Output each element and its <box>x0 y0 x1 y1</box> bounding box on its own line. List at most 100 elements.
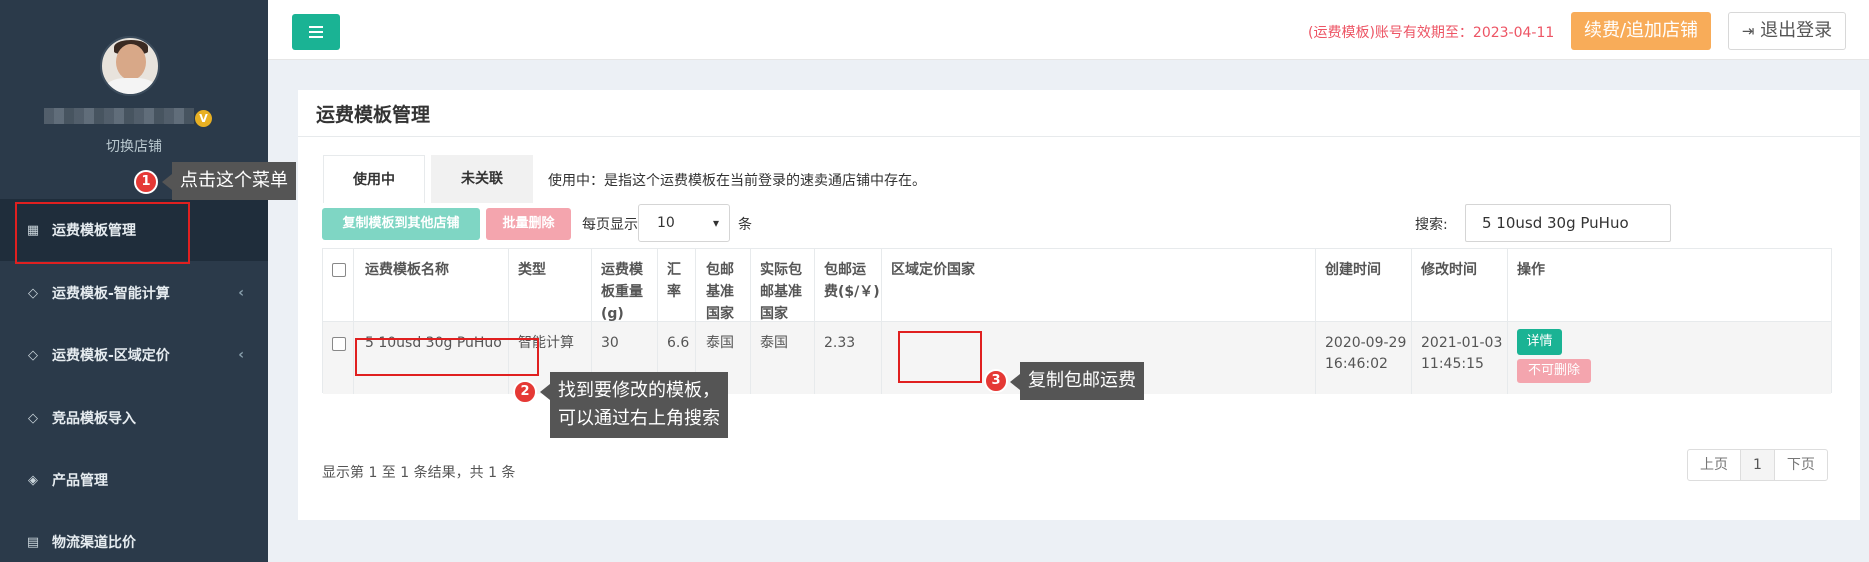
sidebar-item-label: 产品管理 <box>52 473 108 489</box>
header-weight-line: 板重量 <box>601 284 643 300</box>
divider <box>298 136 1860 137</box>
renew-button[interactable]: 续费/追加店铺 <box>1571 12 1711 50</box>
header-rate-line: 汇 <box>667 262 681 278</box>
tab-in-use[interactable]: 使用中 <box>323 155 425 203</box>
sidebar-item-label: 运费模板-区域定价 <box>52 348 170 364</box>
per-page-value: 10 <box>657 215 675 231</box>
callout-step-2: 找到要修改的模板， 可以通过右上角搜索 <box>540 372 728 438</box>
logout-button[interactable]: ⇥ 退出登录 <box>1728 12 1846 50</box>
header-line: 包邮 <box>706 262 734 278</box>
prev-page-button[interactable]: 上页 <box>1688 450 1741 480</box>
sidebar-item-smart-calc[interactable]: ◇ 运费模板-智能计算 ‹ <box>0 262 268 324</box>
calculator-icon: ▤ <box>26 534 40 550</box>
avatar[interactable] <box>100 36 160 96</box>
cell-modified-time: 11:45:15 <box>1421 356 1484 372</box>
sidebar-item-products[interactable]: ◈ 产品管理 <box>0 449 268 511</box>
sidebar-item-logistics-compare[interactable]: ▤ 物流渠道比价 <box>0 511 268 562</box>
cell-created: 2020-09-29 16:46:02 <box>1325 333 1406 375</box>
callout-line: 可以通过右上角搜索 <box>558 408 720 429</box>
sidebar-item-label: 运费模板-智能计算 <box>52 286 170 302</box>
logout-label: 退出登录 <box>1760 20 1833 41</box>
chevron-down-icon: ▾ <box>712 216 719 230</box>
highlight-box-fee <box>898 331 982 383</box>
header-line: 费($/￥) <box>824 284 880 300</box>
search-label: 搜索: <box>1415 217 1448 233</box>
header-region-countries[interactable]: 区域定价国家 <box>891 259 975 281</box>
cell-free-shipping-fee: 2.33 <box>824 335 856 351</box>
per-page-label: 每页显示 <box>582 217 638 233</box>
header-name[interactable]: 运费模板名称 <box>365 259 449 281</box>
pagination-info: 显示第 1 至 1 条结果，共 1 条 <box>322 465 516 481</box>
highlight-box-menu <box>15 202 190 264</box>
header-type[interactable]: 类型 <box>518 259 546 281</box>
header-line: 实际包 <box>760 262 802 278</box>
hamburger-icon-line <box>309 31 323 33</box>
header-weight-line: (g) <box>601 306 624 322</box>
cell-weight: 30 <box>601 335 619 351</box>
menu-toggle-button[interactable] <box>292 14 340 50</box>
detail-button[interactable]: 详情 <box>1517 329 1562 355</box>
cell-modified: 2021-01-03 11:45:15 <box>1421 333 1502 375</box>
sidebar-item-label: 竞品模板导入 <box>52 411 136 427</box>
cell-created-date: 2020-09-29 <box>1325 335 1407 351</box>
cell-rate: 6.6 <box>667 335 690 351</box>
per-page-select[interactable]: 10 ▾ <box>638 204 730 242</box>
header-weight-line: 运费模 <box>601 262 643 278</box>
callout-step-3: 复制包邮运费 <box>1010 362 1144 400</box>
per-page-unit: 条 <box>738 217 752 233</box>
header-base-country[interactable]: 包邮 基准 国家 <box>706 259 734 325</box>
diamond-icon: ◇ <box>28 285 38 301</box>
diamond-icon: ◇ <box>28 410 38 426</box>
header-created[interactable]: 创建时间 <box>1325 259 1381 281</box>
sign-out-icon: ⇥ <box>1741 22 1755 40</box>
page-title: 运费模板管理 <box>316 104 431 126</box>
copy-template-button[interactable]: 复制模板到其他店铺 <box>322 208 480 240</box>
cell-actual-base-country: 泰国 <box>760 335 788 351</box>
sidebar: V 切换店铺 ▦ 运费模板管理 ◇ 运费模板-智能计算 ‹ ◇ 运费模板-区域定… <box>0 0 268 562</box>
row-checkbox[interactable] <box>332 337 346 351</box>
step-number-3: 3 <box>984 369 1008 393</box>
account-expiry-text: (运费模板)账号有效期至：2023-04-11 <box>1308 25 1555 41</box>
switch-store-link[interactable]: 切换店铺 <box>0 136 268 156</box>
header-modified[interactable]: 修改时间 <box>1421 259 1477 281</box>
pagination: 上页 1 下页 <box>1687 449 1828 481</box>
callout-step-1: 点击这个菜单 <box>162 162 296 200</box>
sidebar-item-label: 物流渠道比价 <box>52 535 136 551</box>
header-rate[interactable]: 汇 率 <box>667 259 681 303</box>
sidebar-item-competitor-import[interactable]: ◇ 竞品模板导入 <box>0 387 268 449</box>
next-page-button[interactable]: 下页 <box>1775 450 1827 480</box>
top-bar: (运费模板)账号有效期至：2023-04-11 续费/追加店铺 ⇥ 退出登录 <box>268 0 1869 60</box>
cannot-delete-button[interactable]: 不可删除 <box>1517 359 1591 383</box>
header-line: 邮基准 <box>760 284 802 300</box>
page-1-button[interactable]: 1 <box>1741 450 1775 480</box>
hamburger-icon-line <box>309 36 323 38</box>
step-number-2: 2 <box>513 380 537 404</box>
hamburger-icon <box>309 26 323 28</box>
callout-line: 找到要修改的模板， <box>558 380 720 401</box>
step-number-1: 1 <box>134 170 158 194</box>
header-actions: 操作 <box>1517 262 1545 278</box>
header-free-shipping-fee[interactable]: 包邮运 费($/￥) <box>824 259 880 303</box>
vip-badge-icon: V <box>195 110 212 127</box>
diamond-icon: ◇ <box>28 347 38 363</box>
select-all-checkbox[interactable] <box>332 263 346 277</box>
header-line: 国家 <box>760 306 788 322</box>
header-actual-base-country[interactable]: 实际包 邮基准 国家 <box>760 259 802 325</box>
main-panel: 运费模板管理 使用中 未关联 使用中：是指这个运费模板在当前登录的速卖通店铺中存… <box>298 90 1860 520</box>
batch-delete-button[interactable]: 批量删除 <box>486 208 571 240</box>
header-weight[interactable]: 运费模 板重量 (g) <box>601 259 643 325</box>
sidebar-item-regional-pricing[interactable]: ◇ 运费模板-区域定价 ‹ <box>0 324 268 386</box>
header-rate-line: 率 <box>667 284 681 300</box>
cell-created-time: 16:46:02 <box>1325 356 1388 372</box>
highlight-box-template <box>355 338 539 376</box>
chevron-left-icon: ‹ <box>238 285 244 301</box>
cube-icon: ◈ <box>28 472 38 488</box>
tab-description: 使用中：是指这个运费模板在当前登录的速卖通店铺中存在。 <box>548 173 926 189</box>
tab-unlinked[interactable]: 未关联 <box>431 155 533 203</box>
cell-base-country: 泰国 <box>706 335 734 351</box>
avatar-face <box>116 44 146 80</box>
search-input[interactable]: 5 10usd 30g PuHuo <box>1465 204 1671 242</box>
header-line: 基准 <box>706 284 734 300</box>
cell-modified-date: 2021-01-03 <box>1421 335 1503 351</box>
header-line: 包邮运 <box>824 262 866 278</box>
